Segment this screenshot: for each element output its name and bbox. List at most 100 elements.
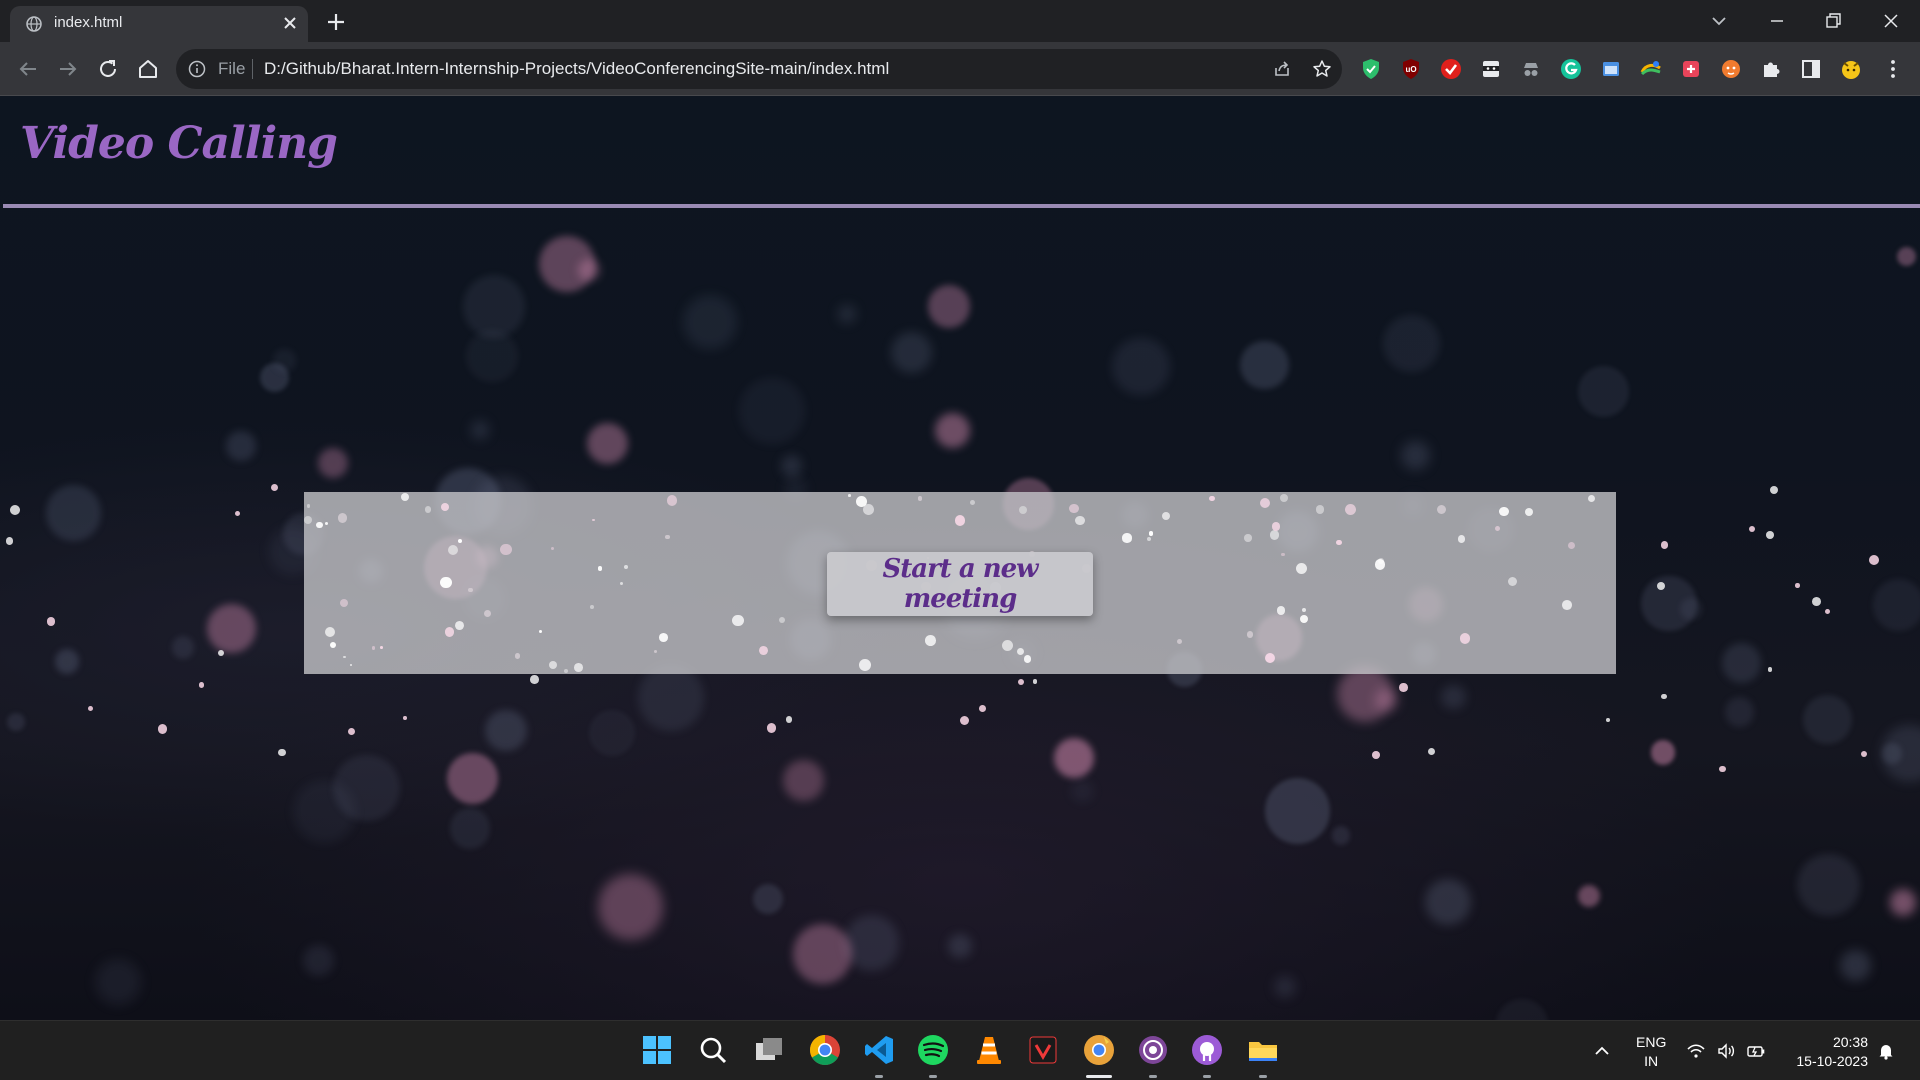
brave-lion-icon[interactable] — [1718, 56, 1744, 82]
browser-toolbar: File D:/Github/Bharat.Intern-Internship-… — [0, 42, 1920, 96]
panel-speck — [574, 663, 583, 672]
file-explorer-icon[interactable] — [1246, 1033, 1280, 1067]
language-indicator[interactable]: ENG IN — [1636, 1033, 1666, 1071]
volume-icon[interactable] — [1716, 1041, 1736, 1061]
bokeh-dot — [1872, 579, 1920, 631]
home-icon[interactable] — [134, 55, 162, 83]
shield-extension-icon[interactable] — [1358, 56, 1384, 82]
share-icon[interactable] — [1272, 59, 1292, 79]
taskbar: ENG IN 20:38 15-10-2023 — [0, 1020, 1920, 1080]
side-panel-icon[interactable] — [1798, 56, 1824, 82]
bokeh-dot — [947, 933, 972, 958]
system-clock[interactable]: 20:38 15-10-2023 — [1784, 1033, 1868, 1071]
vivaldi-icon[interactable] — [1026, 1033, 1060, 1067]
bokeh-dot — [891, 332, 933, 374]
windows-start-icon[interactable] — [640, 1033, 674, 1067]
glitter-dot — [1767, 667, 1773, 673]
bokeh-dot — [597, 874, 664, 940]
chrome-icon[interactable] — [808, 1033, 842, 1067]
glitter-dot — [1399, 683, 1408, 692]
info-icon[interactable] — [188, 60, 206, 78]
bokeh-dot — [1650, 739, 1676, 765]
panel-speck — [400, 492, 410, 502]
panel-speck — [1269, 530, 1280, 540]
bokeh-dot — [1264, 778, 1331, 844]
bokeh-dot — [302, 944, 335, 977]
panel-speck — [324, 521, 328, 525]
todoist-extension-icon[interactable] — [1438, 56, 1464, 82]
profile-avatar-icon[interactable] — [1838, 56, 1864, 82]
panel-speck — [1162, 511, 1171, 520]
notification-bell-icon[interactable] — [1876, 1041, 1896, 1061]
bokeh-dot — [1724, 697, 1755, 728]
panel-speck — [1147, 537, 1152, 542]
tray-overflow-chevron-icon[interactable] — [1592, 1041, 1612, 1061]
ublock-origin-icon[interactable]: uO — [1398, 56, 1424, 82]
minimize-icon[interactable] — [1762, 6, 1792, 36]
panel-speck — [1271, 522, 1280, 531]
menu-kebab-icon[interactable] — [1880, 56, 1906, 82]
search-icon[interactable] — [696, 1033, 730, 1067]
window-extension-icon[interactable] — [1598, 56, 1624, 82]
panel-speck — [856, 496, 867, 507]
glitter-dot — [1660, 541, 1669, 549]
panel-speck — [448, 544, 459, 555]
github-desktop-icon[interactable] — [1190, 1033, 1224, 1067]
bokeh-dot — [843, 915, 900, 971]
ninja-extension-icon[interactable] — [1478, 56, 1504, 82]
github-desktop-running-indicator — [1203, 1075, 1211, 1078]
close-tab-icon[interactable] — [280, 13, 300, 33]
glitter-dot — [157, 723, 168, 734]
bokeh-dot — [1112, 337, 1170, 396]
bokeh-dot — [226, 431, 256, 461]
address-bar[interactable]: File D:/Github/Bharat.Intern-Internship-… — [176, 49, 1342, 89]
panel-speck — [759, 646, 768, 655]
tab-search-chevron-icon[interactable] — [1704, 6, 1734, 36]
plus-extension-icon[interactable] — [1678, 56, 1704, 82]
clock-date: 15-10-2023 — [1796, 1053, 1868, 1069]
glitter-dot — [270, 483, 279, 492]
bokeh-dot — [1383, 315, 1441, 373]
bookmark-star-icon[interactable] — [1312, 59, 1332, 79]
panel-speck — [925, 635, 936, 647]
panel-speck — [445, 627, 455, 637]
glitter-dot — [1372, 750, 1381, 759]
spotify-icon[interactable] — [916, 1033, 950, 1067]
bokeh-dot — [1400, 441, 1430, 471]
panel-speck — [666, 495, 678, 506]
translate-extension-icon[interactable] — [1638, 56, 1664, 82]
site-title: Video Calling — [20, 118, 338, 169]
tor-browser-icon[interactable] — [1136, 1033, 1170, 1067]
forward-icon[interactable] — [54, 55, 82, 83]
panel-speck — [1296, 562, 1308, 574]
start-meeting-button[interactable]: Start a new meeting — [827, 552, 1093, 616]
panel-speck — [1588, 494, 1596, 502]
bokeh-dot — [446, 753, 498, 805]
panel-speck — [597, 566, 603, 571]
battery-icon[interactable] — [1746, 1041, 1766, 1061]
glitter-dot — [530, 675, 539, 684]
reload-icon[interactable] — [94, 55, 122, 83]
close-window-icon[interactable] — [1876, 6, 1906, 36]
chrome-canary-icon[interactable] — [1082, 1033, 1116, 1067]
panel-speck — [316, 521, 323, 529]
new-tab-icon[interactable] — [324, 10, 348, 34]
glitter-dot — [1032, 678, 1038, 684]
panel-speck — [1499, 506, 1510, 517]
url-text[interactable]: D:/Github/Bharat.Intern-Internship-Proje… — [264, 59, 889, 79]
back-icon[interactable] — [14, 55, 42, 83]
grammarly-icon[interactable] — [1558, 56, 1584, 82]
browser-tab[interactable]: index.html — [10, 6, 308, 42]
task-view-icon[interactable] — [752, 1033, 786, 1067]
glitter-dot — [46, 617, 56, 626]
wifi-icon[interactable] — [1686, 1041, 1706, 1061]
glitter-dot — [1795, 582, 1800, 588]
glitter-dot — [1860, 750, 1868, 758]
restore-icon[interactable] — [1818, 6, 1848, 36]
spy-extension-icon[interactable] — [1518, 56, 1544, 82]
vlc-icon[interactable] — [972, 1033, 1006, 1067]
bokeh-dot — [1071, 779, 1094, 803]
panel-speck — [1260, 498, 1271, 509]
extensions-puzzle-icon[interactable] — [1758, 56, 1784, 82]
vscode-icon[interactable] — [862, 1033, 896, 1067]
